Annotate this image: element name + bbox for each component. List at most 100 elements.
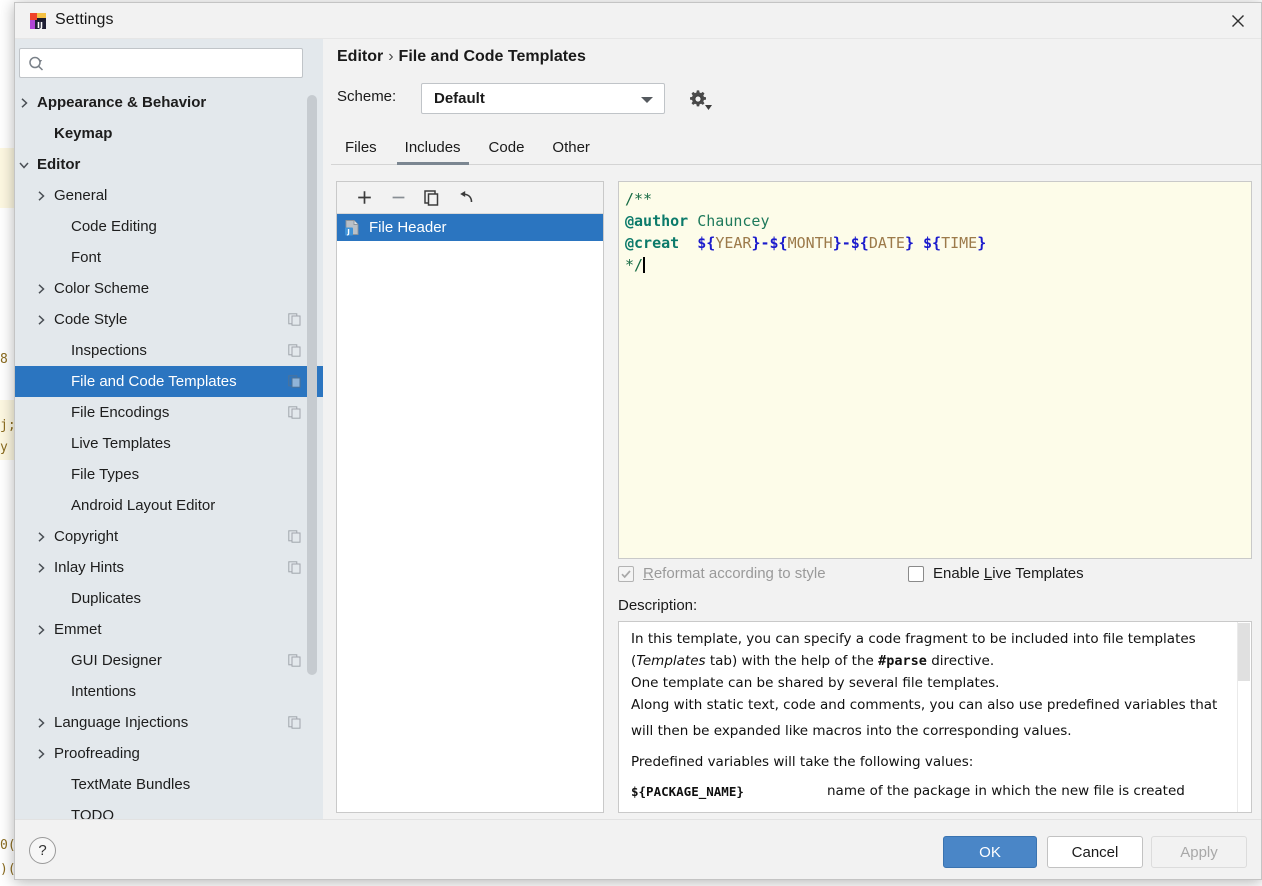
sidebar-item-editor[interactable]: Editor (15, 149, 323, 180)
sidebar-item-file-and-code-templates[interactable]: File and Code Templates (15, 366, 323, 397)
sidebar-item-android-layout-editor[interactable]: Android Layout Editor (15, 490, 323, 521)
tab-other[interactable]: Other (538, 139, 604, 164)
remove-template-button[interactable] (381, 184, 415, 212)
reformat-according-to-style-checkbox: Reformat according to style (618, 565, 826, 582)
search-field[interactable] (19, 48, 303, 78)
checkbox-label: Enable Live Templates (933, 565, 1084, 582)
breadcrumb-parent[interactable]: Editor (337, 48, 383, 65)
search-input[interactable] (52, 49, 298, 77)
code-line: /** (625, 188, 1251, 210)
sidebar-item-inspections[interactable]: Inspections (15, 335, 323, 366)
project-scope-icon (288, 530, 301, 543)
add-template-button[interactable] (347, 184, 381, 212)
description-scrollbar-track[interactable] (1237, 622, 1251, 812)
code-token: YEAR (715, 234, 752, 252)
reset-template-button[interactable] (449, 184, 483, 212)
code-token: } (832, 234, 842, 252)
sidebar-item-file-encodings[interactable]: File Encodings (15, 397, 323, 428)
chevron-down-icon (641, 97, 653, 103)
scheme-selected-value: Default (434, 90, 485, 107)
checkbox-box (618, 565, 634, 582)
help-button[interactable]: ? (29, 837, 56, 864)
code-token: ${ (769, 234, 788, 252)
chevron-right-icon[interactable] (34, 313, 48, 327)
sidebar-item-code-editing[interactable]: Code Editing (15, 211, 323, 242)
chevron-right-icon[interactable] (34, 716, 48, 730)
template-list-panel: J File Header (336, 181, 604, 813)
template-code[interactable]: /** @author Chauncey @creat ${YEAR}-${MONT… (619, 182, 1251, 276)
sidebar-item-font[interactable]: Font (15, 242, 323, 273)
tab-code[interactable]: Code (475, 139, 539, 164)
sidebar-item-code-style[interactable]: Code Style (15, 304, 323, 335)
template-list-item-label: File Header (369, 219, 447, 236)
description-scrollbar-thumb[interactable] (1238, 623, 1250, 681)
close-icon[interactable] (1215, 3, 1261, 39)
sidebar-item-label: Keymap (54, 125, 113, 142)
project-scope-icon (288, 406, 301, 419)
copy-template-button[interactable] (415, 184, 449, 212)
code-token: ${ (923, 234, 942, 252)
scheme-dropdown[interactable]: Default (421, 83, 665, 114)
chevron-right-icon[interactable] (34, 623, 48, 637)
variable-description: name of the package in which the new fil… (827, 783, 1185, 799)
sidebar-item-todo[interactable]: TODO (15, 800, 323, 819)
sidebar-item-label: File and Code Templates (71, 373, 237, 390)
sidebar-item-inlay-hints[interactable]: Inlay Hints (15, 552, 323, 583)
sidebar-item-label: Proofreading (54, 745, 140, 762)
chevron-right-icon[interactable] (34, 561, 48, 575)
editor-options-row: Reformat according to style Enable Live T… (618, 565, 1258, 589)
sidebar-item-file-types[interactable]: File Types (15, 459, 323, 490)
cancel-button[interactable]: Cancel (1047, 836, 1143, 868)
sidebar-item-general[interactable]: General (15, 180, 323, 211)
sidebar-item-label: Intentions (71, 683, 137, 700)
project-scope-icon (288, 344, 301, 357)
breadcrumb: Editor › File and Code Templates (337, 48, 586, 66)
chevron-right-icon[interactable] (17, 96, 31, 110)
description-paragraph: Predefined variables will take the follo… (631, 754, 974, 770)
sidebar-item-emmet[interactable]: Emmet (15, 614, 323, 645)
template-code-editor[interactable]: /** @author Chauncey @creat ${YEAR}-${MONT… (618, 181, 1252, 559)
description-paragraph: Along with static text, code and comment… (631, 697, 1218, 713)
sidebar-item-color-scheme[interactable]: Color Scheme (15, 273, 323, 304)
sidebar-item-keymap[interactable]: Keymap (15, 118, 323, 149)
sidebar-item-language-injections[interactable]: Language Injections (15, 707, 323, 738)
gear-icon[interactable] (685, 86, 712, 112)
sidebar-item-duplicates[interactable]: Duplicates (15, 583, 323, 614)
sidebar-item-copyright[interactable]: Copyright (15, 521, 323, 552)
sidebar-item-label: TODO (71, 807, 115, 819)
variable-row: ${PACKAGE_NAME} name of the package in wh… (631, 782, 1225, 812)
chevron-down-icon[interactable] (17, 158, 31, 172)
project-scope-icon (288, 561, 301, 574)
breadcrumb-current: File and Code Templates (398, 48, 586, 65)
chevron-right-icon[interactable] (34, 189, 48, 203)
chevron-right-icon[interactable] (34, 747, 48, 761)
sidebar-item-textmate-bundles[interactable]: TextMate Bundles (15, 769, 323, 800)
tab-includes[interactable]: Includes (391, 139, 475, 165)
description-panel: In this template, you can specify a code… (618, 621, 1252, 813)
variable-name: ${PACKAGE_NAME} (631, 784, 744, 799)
chevron-right-icon[interactable] (34, 530, 48, 544)
project-scope-icon (288, 375, 301, 388)
sidebar-item-appearance-behavior[interactable]: Appearance & Behavior (15, 87, 323, 118)
enable-live-templates-checkbox[interactable]: Enable Live Templates (908, 565, 1084, 582)
sidebar-item-label: Copyright (54, 528, 119, 545)
sidebar-item-label: Live Templates (71, 435, 171, 452)
description-paragraph: (Templates tab) with the help of the #pa… (631, 652, 1225, 671)
sidebar-item-proofreading[interactable]: Proofreading (15, 738, 323, 769)
ok-button[interactable]: OK (943, 836, 1037, 868)
apply-button[interactable]: Apply (1151, 836, 1247, 868)
sidebar-item-intentions[interactable]: Intentions (15, 676, 323, 707)
code-token: */ (625, 256, 644, 274)
tab-files[interactable]: Files (331, 139, 391, 164)
sidebar-item-live-templates[interactable]: Live Templates (15, 428, 323, 459)
sidebar-scrollbar-track[interactable] (307, 87, 320, 819)
sidebar-scrollbar-thumb[interactable] (307, 95, 317, 675)
template-list-item[interactable]: J File Header (337, 214, 603, 241)
sidebar-item-label: Inspections (71, 342, 147, 359)
code-line: @author Chauncey (625, 210, 1251, 232)
sidebar-item-gui-designer[interactable]: GUI Designer (15, 645, 323, 676)
chevron-right-icon[interactable] (34, 282, 48, 296)
description-paragraph: will then be expanded like macros into t… (631, 723, 1072, 739)
